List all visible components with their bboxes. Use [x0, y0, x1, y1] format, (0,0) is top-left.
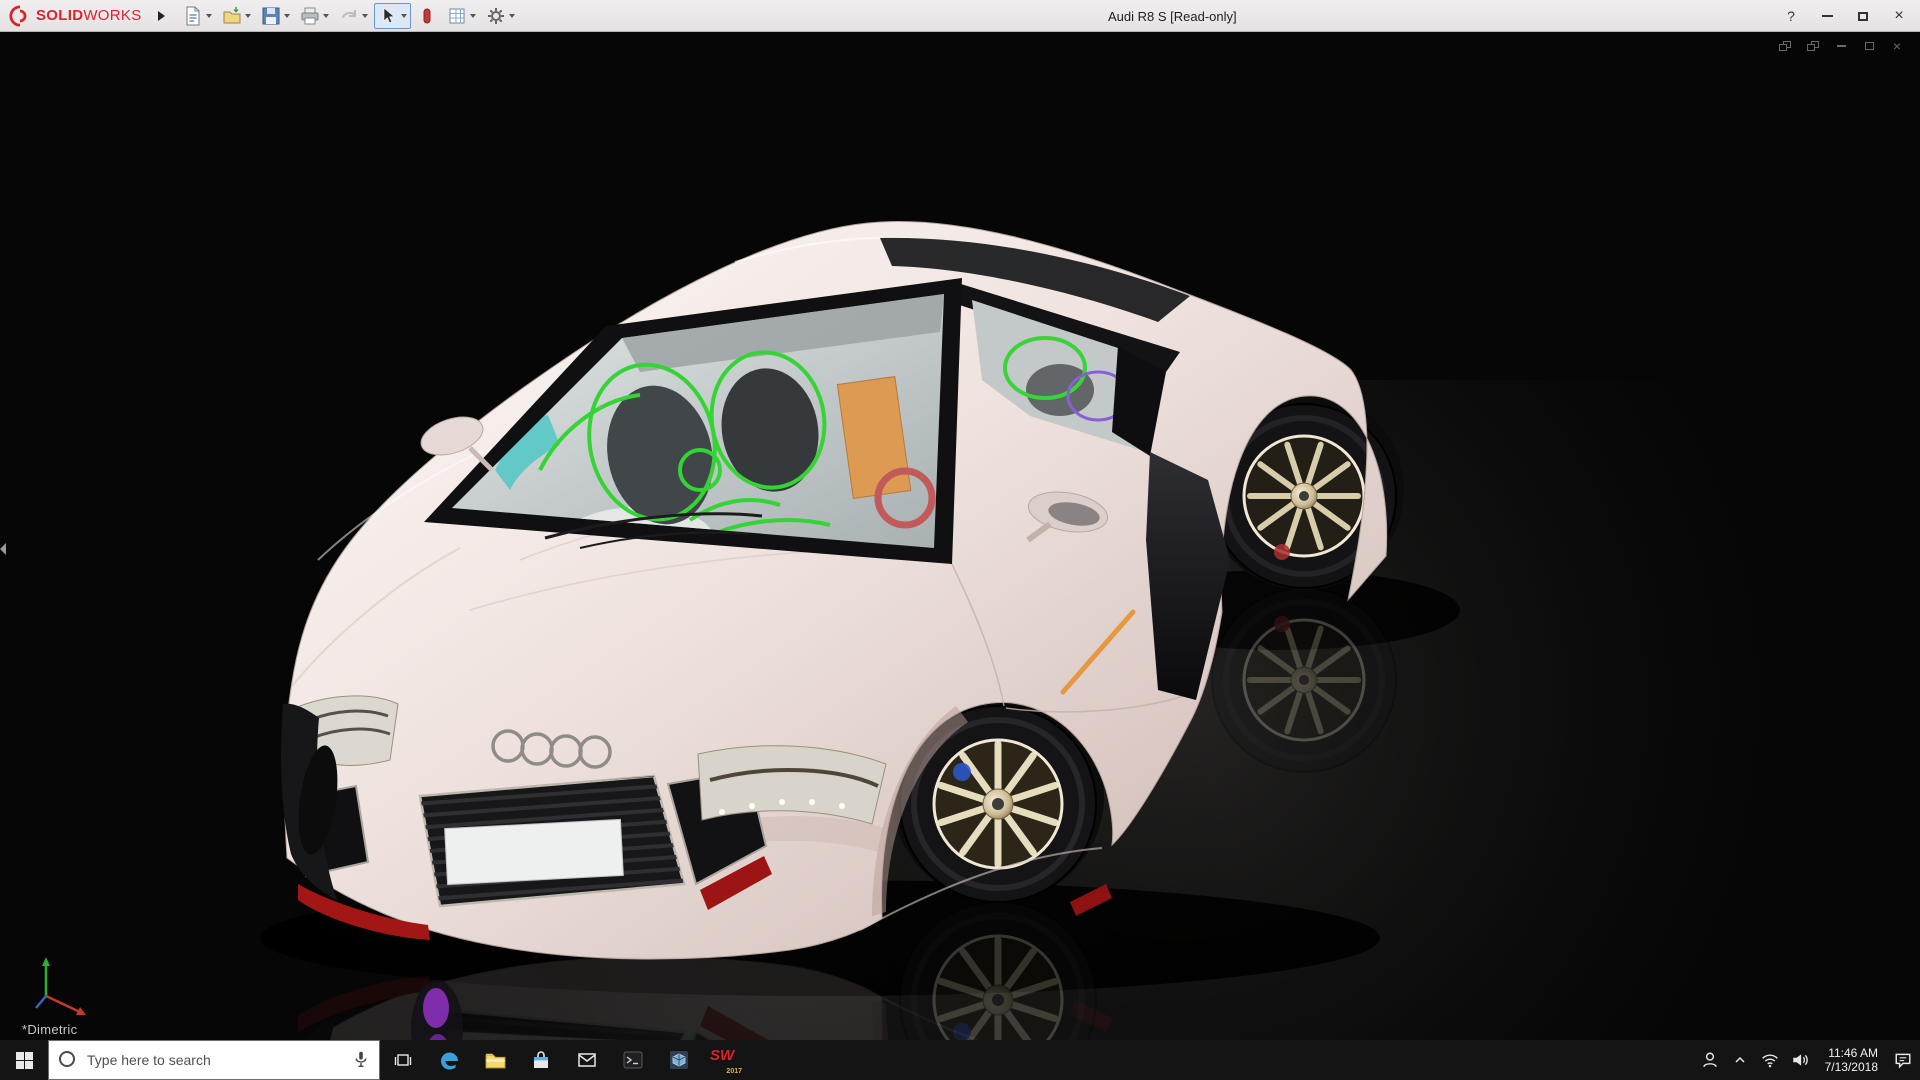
store-icon: [530, 1049, 552, 1071]
new-document-button[interactable]: [179, 3, 216, 29]
doc-tile-button[interactable]: [1804, 38, 1822, 54]
toolbar-flyout-arrow-icon[interactable]: [158, 11, 165, 21]
mail-button[interactable]: [564, 1040, 610, 1080]
dropdown-arrow-icon[interactable]: [401, 14, 407, 18]
help-button[interactable]: ?: [1776, 3, 1806, 29]
save-button[interactable]: [257, 3, 294, 29]
microphone-icon[interactable]: [352, 1050, 370, 1068]
car-3d-model[interactable]: [0, 32, 1920, 1040]
instant3d-toggle-button[interactable]: [413, 3, 441, 29]
sheet-format-icon: [447, 6, 467, 26]
options-gear-icon: [486, 6, 506, 26]
wifi-icon: [1761, 1051, 1779, 1069]
print-button[interactable]: [296, 3, 333, 29]
undo-icon: [339, 6, 359, 26]
print-icon: [300, 6, 320, 26]
minimize-button[interactable]: [1812, 3, 1842, 29]
new-document-icon: [183, 6, 203, 26]
doc-close-button[interactable]: ×: [1888, 38, 1906, 54]
network-button[interactable]: [1757, 1040, 1783, 1080]
sheet-format-button[interactable]: [443, 3, 480, 29]
solidworks-app-icon: SW 2017: [710, 1047, 740, 1073]
desktop: SOLIDWORKS: [0, 0, 1920, 1080]
start-button[interactable]: [0, 1040, 48, 1080]
tile-windows-icon: [1807, 41, 1819, 51]
dropdown-arrow-icon[interactable]: [284, 14, 290, 18]
dropdown-arrow-icon[interactable]: [470, 14, 476, 18]
people-icon: [1701, 1051, 1719, 1069]
cortana-icon: [59, 1051, 75, 1067]
doc-restore-button[interactable]: [1860, 38, 1878, 54]
maximize-button[interactable]: [1848, 3, 1878, 29]
solidworks-swoosh-icon: [8, 5, 32, 27]
taskbar: SW 2017: [0, 1040, 1920, 1080]
clock-time: 11:46 AM: [1825, 1046, 1878, 1060]
dropdown-arrow-icon[interactable]: [206, 14, 212, 18]
taskbar-search: [48, 1040, 380, 1080]
open-icon: [222, 6, 242, 26]
cube-app-icon: [668, 1049, 690, 1071]
document-window-controls: ×: [1776, 38, 1906, 54]
save-icon: [261, 6, 281, 26]
chevron-up-icon: [1732, 1052, 1748, 1068]
terminal-icon: [622, 1049, 644, 1071]
undo-button[interactable]: [335, 3, 372, 29]
chevron-right-icon: [0, 543, 6, 555]
doc-minimize-icon: [1837, 45, 1846, 47]
action-center-icon: [1894, 1051, 1912, 1069]
window-title: Audi R8 S [Read-only]: [1108, 0, 1237, 32]
edge-icon: [437, 1048, 461, 1072]
task-view-icon: [392, 1049, 414, 1071]
file-explorer-icon: [484, 1049, 507, 1072]
solidworks-logo: SOLIDWORKS: [0, 5, 152, 27]
system-tray: 11:46 AM 7/13/2018: [1697, 1040, 1920, 1080]
red-capsule-icon: [417, 6, 437, 26]
titlebar: SOLIDWORKS: [0, 0, 1920, 32]
dropdown-arrow-icon[interactable]: [323, 14, 329, 18]
store-button[interactable]: [518, 1040, 564, 1080]
feature-tree-flyout-handle[interactable]: [0, 535, 10, 563]
view-orientation-label: *Dimetric: [22, 1022, 77, 1037]
mail-icon: [576, 1049, 598, 1071]
dropdown-arrow-icon[interactable]: [362, 14, 368, 18]
volume-button[interactable]: [1787, 1040, 1813, 1080]
cascade-windows-icon: [1779, 41, 1791, 51]
close-button[interactable]: ×: [1884, 3, 1914, 29]
people-button[interactable]: [1697, 1040, 1723, 1080]
window-controls: ? ×: [1776, 0, 1914, 32]
windows-logo-icon: [16, 1052, 33, 1069]
maximize-icon: [1858, 12, 1868, 21]
doc-minimize-button[interactable]: [1832, 38, 1850, 54]
task-view-button[interactable]: [380, 1040, 426, 1080]
minimize-icon: [1822, 15, 1833, 17]
edge-button[interactable]: [426, 1040, 472, 1080]
search-input[interactable]: [48, 1040, 380, 1080]
select-tool-button[interactable]: [374, 3, 411, 29]
taskbar-clock[interactable]: 11:46 AM 7/13/2018: [1817, 1046, 1886, 1074]
terminal-app-button[interactable]: [610, 1040, 656, 1080]
main-toolbar: [179, 3, 519, 29]
doc-new-window-button[interactable]: [1776, 38, 1794, 54]
doc-restore-icon: [1865, 42, 1874, 50]
edrawings-app-button[interactable]: [656, 1040, 702, 1080]
select-arrow-icon: [378, 6, 398, 26]
options-button[interactable]: [482, 3, 519, 29]
viewport-canvas[interactable]: × *Dimetric: [0, 32, 1920, 1040]
orientation-triad: [28, 952, 98, 1022]
hidden-icons-button[interactable]: [1727, 1040, 1753, 1080]
dropdown-arrow-icon[interactable]: [509, 14, 515, 18]
file-explorer-button[interactable]: [472, 1040, 518, 1080]
clock-date: 7/13/2018: [1825, 1060, 1878, 1074]
open-button[interactable]: [218, 3, 255, 29]
speaker-icon: [1791, 1051, 1809, 1069]
dropdown-arrow-icon[interactable]: [245, 14, 251, 18]
solidworks-app-button[interactable]: SW 2017: [702, 1040, 748, 1080]
brand-text: SOLIDWORKS: [36, 7, 142, 24]
action-center-button[interactable]: [1890, 1040, 1916, 1080]
